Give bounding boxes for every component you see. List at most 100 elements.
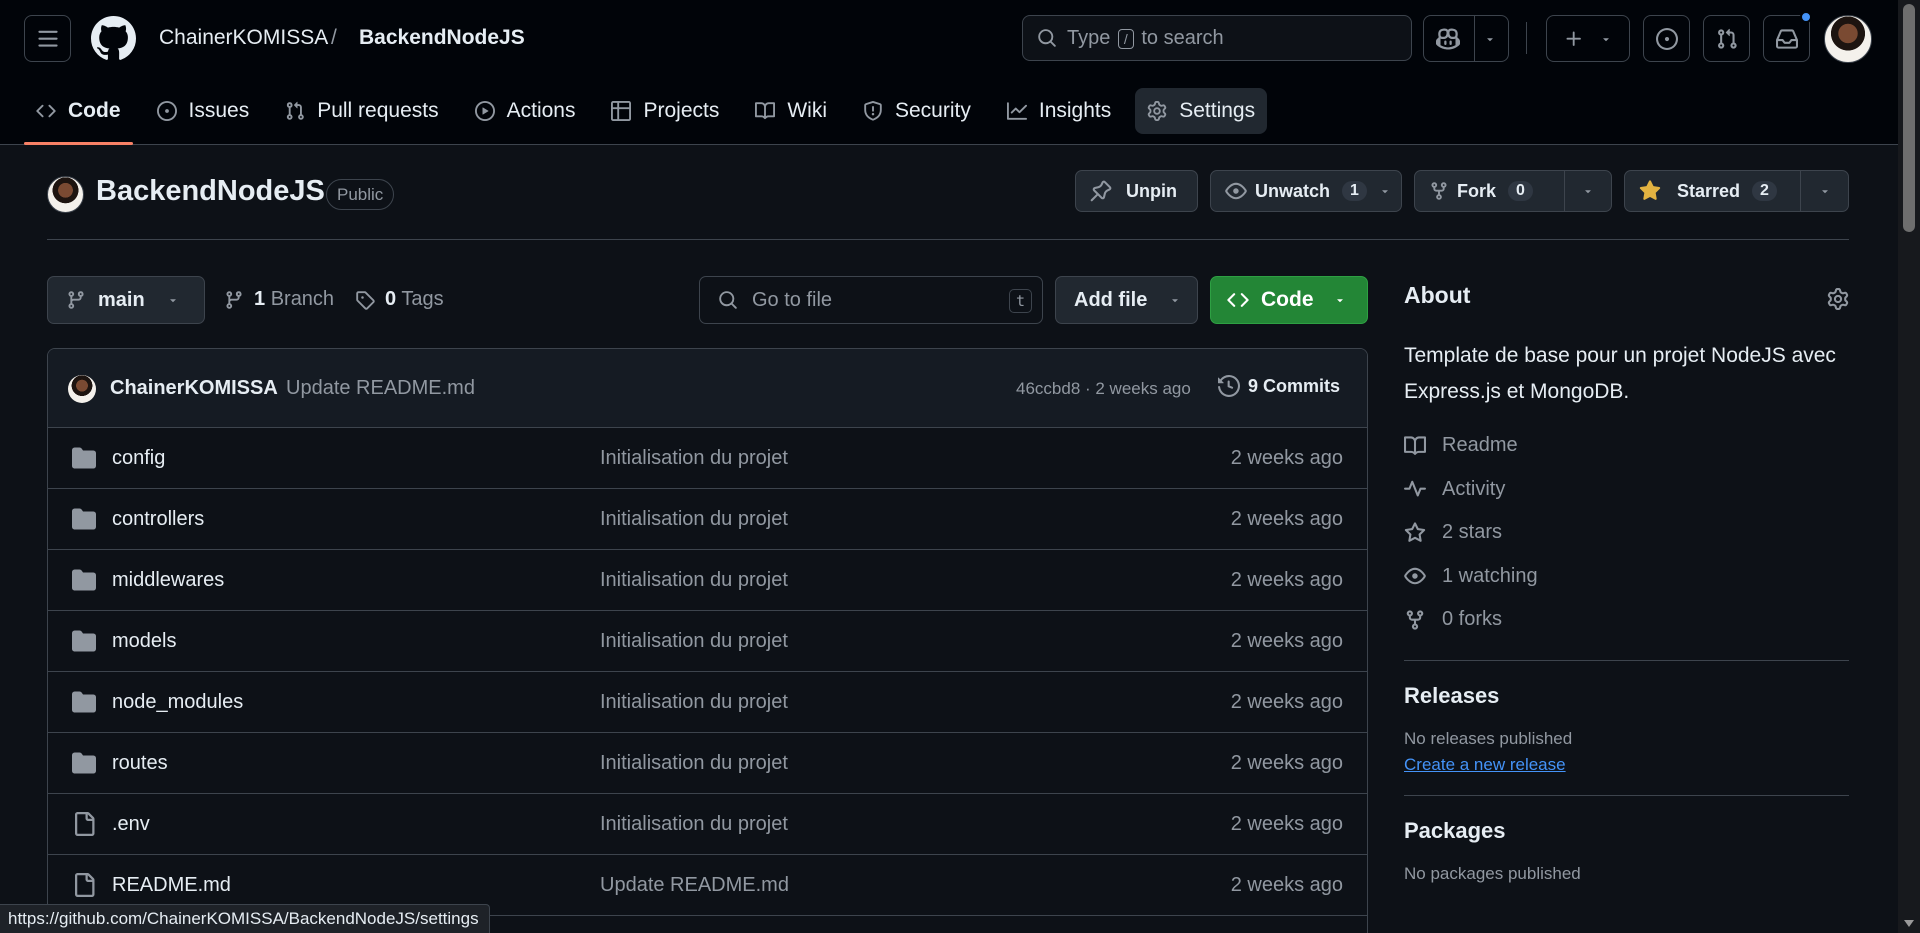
commit-author-avatar[interactable] (68, 375, 96, 403)
repo-title[interactable]: BackendNodeJS (96, 175, 325, 208)
readme-link[interactable]: Readme (1404, 424, 1849, 468)
scroll-down-arrow-icon[interactable] (1904, 920, 1914, 927)
star-icon (1404, 522, 1426, 542)
file-commit-message[interactable]: Initialisation du projet (600, 508, 788, 531)
file-name[interactable]: models (112, 630, 176, 653)
stars-link[interactable]: 2 stars (1404, 511, 1849, 555)
tab-settings[interactable]: Settings (1135, 88, 1268, 134)
file-commit-message[interactable]: Initialisation du projet (600, 569, 788, 592)
create-release-link[interactable]: Create a new release (1404, 755, 1566, 775)
watchers-label: 1 watching (1442, 564, 1538, 587)
code-clone-button[interactable]: Code (1210, 276, 1368, 324)
readme-label: Readme (1442, 434, 1518, 457)
branch-selector[interactable]: main (47, 276, 205, 324)
tab-wiki[interactable]: Wiki (743, 88, 839, 134)
table-row[interactable]: models Initialisation du projet 2 weeks … (48, 611, 1367, 672)
gear-icon (1147, 101, 1167, 121)
chevron-down-icon (1821, 190, 1828, 194)
go-to-file-input[interactable]: Go to file t (699, 276, 1043, 324)
packages-title[interactable]: Packages (1404, 818, 1849, 844)
file-age: 2 weeks ago (1230, 569, 1343, 591)
table-row[interactable]: node_modules Initialisation du projet 2 … (48, 672, 1367, 733)
forks-link[interactable]: 0 forks (1404, 598, 1849, 642)
branches-count: 1 (254, 288, 266, 310)
tags-count: 0 (385, 288, 397, 310)
tag-icon (356, 290, 375, 310)
page-scrollbar[interactable] (1898, 0, 1920, 933)
fork-dropdown[interactable] (1563, 171, 1611, 211)
breadcrumb-repo[interactable]: BackendNodeJS (359, 26, 525, 50)
fork-label: Fork (1457, 180, 1497, 201)
tab-code[interactable]: Code (24, 88, 133, 145)
watchers-link[interactable]: 1 watching (1404, 555, 1849, 599)
file-commit-message[interactable]: Initialisation du projet (600, 691, 788, 714)
file-age: 2 weeks ago (1230, 447, 1343, 469)
file-name[interactable]: README.md (112, 874, 231, 897)
hamburger-icon (37, 30, 58, 47)
scrollbar-thumb[interactable] (1903, 4, 1915, 232)
tab-pull-requests[interactable]: Pull requests (273, 88, 450, 134)
search-type-label: Type (1067, 26, 1111, 49)
table-row[interactable]: .env Initialisation du projet 2 weeks ag… (48, 794, 1367, 855)
file-name[interactable]: routes (112, 752, 168, 775)
eye-icon (1225, 182, 1247, 200)
tab-issues[interactable]: Issues (145, 88, 262, 134)
sidebar-divider (1404, 794, 1849, 796)
fork-button[interactable]: Fork 0 (1414, 170, 1612, 212)
github-logo-icon[interactable] (91, 16, 136, 61)
global-search-input[interactable]: Type / to search (1022, 15, 1412, 61)
releases-title[interactable]: Releases (1404, 683, 1849, 709)
latest-commit-bar: ChainerKOMISSA Update README.md 46ccbd8 … (48, 349, 1367, 428)
file-commit-message[interactable]: Update README.md (600, 874, 789, 897)
table-row[interactable]: config Initialisation du projet 2 weeks … (48, 428, 1367, 489)
user-avatar[interactable] (1824, 15, 1872, 63)
search-shortcut-key: / (1117, 28, 1134, 49)
create-new-button[interactable] (1546, 15, 1630, 62)
pull-requests-button[interactable] (1703, 15, 1750, 62)
file-commit-message[interactable]: Initialisation du projet (600, 752, 788, 775)
watch-button[interactable]: Unwatch 1 (1210, 170, 1402, 212)
tab-projects[interactable]: Projects (599, 88, 731, 134)
file-name[interactable]: middlewares (112, 569, 224, 592)
chevron-down-icon (169, 299, 176, 303)
table-row[interactable]: controllers Initialisation du projet 2 w… (48, 489, 1367, 550)
commit-meta[interactable]: 46ccbd8 · 2 weeks ago (1016, 379, 1191, 399)
file-name[interactable]: .env (112, 813, 150, 836)
activity-link[interactable]: Activity (1404, 468, 1849, 512)
branches-link[interactable]: 1 Branch (224, 288, 334, 311)
table-row[interactable]: routes Initialisation du projet 2 weeks … (48, 733, 1367, 794)
chevron-down-icon[interactable] (1379, 185, 1391, 197)
file-name[interactable]: controllers (112, 508, 204, 531)
breadcrumb-owner[interactable]: ChainerKOMISSA (159, 26, 328, 50)
commit-message[interactable]: Update README.md (286, 377, 475, 400)
copilot-button[interactable] (1423, 15, 1509, 62)
file-name[interactable]: config (112, 447, 165, 470)
issues-button[interactable] (1643, 15, 1690, 62)
branches-label: Branch (270, 288, 335, 310)
tab-actions[interactable]: Actions (463, 88, 588, 134)
table-row[interactable]: middlewares Initialisation du projet 2 w… (48, 550, 1367, 611)
tags-link[interactable]: 0 Tags (355, 288, 444, 311)
tab-insights[interactable]: Insights (995, 88, 1123, 134)
chevron-down-icon (1336, 299, 1343, 303)
file-name[interactable]: node_modules (112, 691, 243, 714)
star-dropdown[interactable] (1800, 171, 1848, 211)
star-button[interactable]: Starred 2 (1624, 170, 1849, 212)
menu-button[interactable] (24, 15, 71, 62)
commit-author[interactable]: ChainerKOMISSA (110, 377, 278, 400)
commits-history-link[interactable]: 9 Commits (1218, 375, 1340, 397)
copilot-icon (1436, 27, 1460, 50)
file-commit-message[interactable]: Initialisation du projet (600, 447, 788, 470)
tab-wiki-label: Wiki (787, 99, 827, 122)
gear-icon[interactable] (1827, 288, 1849, 310)
repo-title-row: BackendNodeJS Public Unpin Unwatch 1 For… (47, 170, 1849, 240)
tab-pull-requests-label: Pull requests (317, 99, 439, 122)
file-commit-message[interactable]: Initialisation du projet (600, 630, 788, 653)
add-file-button[interactable]: Add file (1055, 276, 1198, 324)
tab-security[interactable]: Security (851, 88, 983, 134)
owner-avatar[interactable] (47, 176, 84, 213)
file-commit-message[interactable]: Initialisation du projet (600, 813, 788, 836)
history-icon (1218, 375, 1240, 397)
shield-icon (864, 101, 882, 121)
unpin-button[interactable]: Unpin (1075, 170, 1198, 212)
